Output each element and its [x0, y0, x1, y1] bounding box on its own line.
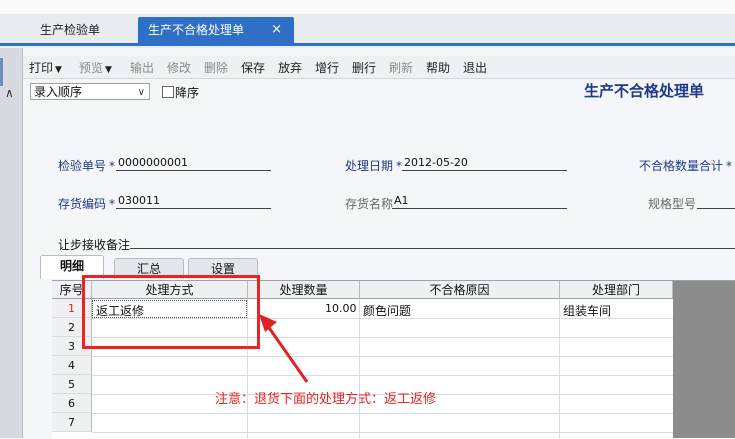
left-strip-marker — [0, 58, 3, 86]
row-divider — [92, 413, 673, 414]
inventory-code-label-text: 存货编码 — [58, 197, 107, 211]
delete-row-button[interactable]: 删行 — [352, 59, 376, 76]
inventory-code-underline — [116, 208, 271, 209]
sort-order-select[interactable]: 录入顺序 ∨ — [30, 83, 150, 100]
inventory-code-label: 存货编码 * — [58, 195, 118, 212]
inspection-no-underline — [116, 170, 271, 171]
row-divider — [92, 375, 673, 376]
form-title: 生产不合格处理单 — [584, 82, 705, 100]
output-button[interactable]: 输出 — [130, 59, 154, 76]
discard-button[interactable]: 放弃 — [278, 59, 302, 76]
inventory-name-underline — [392, 208, 567, 209]
inventory-name-label: 存货名称 — [345, 197, 394, 211]
caret-down-icon[interactable]: ▼ — [55, 65, 62, 75]
save-button[interactable]: 保存 — [241, 59, 265, 76]
spec-underline — [697, 208, 735, 209]
delete-button[interactable]: 删除 — [204, 59, 228, 76]
cell-dept[interactable]: 组装车间 — [563, 302, 611, 319]
col-header-dept[interactable]: 处理部门 — [560, 281, 673, 299]
unqualified-total-label: 不合格数量合计 * — [639, 157, 735, 174]
tab-unqualified-disposal[interactable]: 生产不合格处理单 × — [138, 17, 294, 43]
print-label: 打印 — [29, 61, 54, 75]
window-top-band — [0, 0, 735, 14]
annotation-arrow — [259, 314, 309, 383]
inspection-no-field[interactable]: 0000000001 — [118, 156, 188, 169]
close-icon[interactable]: × — [271, 17, 282, 43]
row-number[interactable]: 5 — [52, 375, 92, 394]
tab-label: 生产不合格处理单 — [148, 23, 245, 37]
exit-button[interactable]: 退出 — [463, 59, 487, 76]
descending-checkbox[interactable] — [162, 86, 174, 98]
print-button[interactable]: 打印 ▼ — [29, 59, 62, 76]
tab-underline — [0, 43, 735, 46]
spec-label: 规格型号 — [648, 197, 697, 211]
row-number[interactable]: 4 — [52, 356, 92, 375]
edit-button[interactable]: 修改 — [167, 59, 191, 76]
row-number[interactable]: 7 — [52, 413, 92, 432]
unqualified-total-label-text: 不合格数量合计 — [639, 159, 724, 173]
inventory-code-field[interactable]: 030011 — [118, 194, 160, 207]
annotation-note: 注意：退货下面的处理方式：返工返修 — [215, 392, 437, 407]
tab-label: 生产检验单 — [40, 23, 101, 37]
help-button[interactable]: 帮助 — [426, 59, 450, 76]
caret-down-icon[interactable]: ▼ — [105, 65, 112, 75]
preview-button[interactable]: 预览 ▼ — [79, 59, 112, 76]
process-date-underline — [402, 170, 567, 171]
row-divider — [92, 356, 673, 357]
inventory-name-field[interactable]: A1 — [394, 194, 409, 207]
tab-inspection[interactable]: 生产检验单 — [30, 17, 145, 43]
left-collapse-strip[interactable] — [0, 48, 23, 438]
inspection-no-label: 检验单号 * — [58, 157, 118, 174]
inspection-no-label-text: 检验单号 — [58, 159, 107, 173]
col-header-qty[interactable]: 处理数量 — [248, 281, 360, 299]
chevron-up-icon[interactable]: ∧ — [5, 86, 14, 100]
sort-order-value: 录入顺序 — [34, 85, 83, 99]
highlight-box — [82, 275, 260, 349]
toolbar: 打印 ▼ 预览 ▼ 输出 修改 删除 保存 放弃 增行 删行 刷新 帮助 退出 — [23, 56, 735, 79]
refresh-button[interactable]: 刷新 — [389, 59, 413, 76]
remark-label: 让步接收备注 — [58, 238, 131, 252]
row-number[interactable]: 6 — [52, 394, 92, 413]
required-mark: * — [109, 159, 116, 173]
required-mark: * — [109, 197, 116, 211]
process-date-field[interactable]: 2012-05-20 — [404, 156, 468, 169]
required-mark: * — [726, 159, 733, 173]
row-divider — [92, 432, 673, 433]
col-header-reason[interactable]: 不合格原因 — [360, 281, 560, 299]
grid-empty-area — [673, 281, 735, 438]
descending-label: 降序 — [175, 86, 200, 100]
chevron-down-icon[interactable]: ∨ — [138, 84, 145, 101]
process-date-label: 处理日期 * — [345, 157, 405, 174]
preview-label: 预览 — [79, 61, 104, 75]
add-row-button[interactable]: 增行 — [315, 59, 339, 76]
remark-underline[interactable] — [130, 248, 735, 249]
col-divider — [559, 299, 560, 438]
process-date-label-text: 处理日期 — [345, 159, 394, 173]
